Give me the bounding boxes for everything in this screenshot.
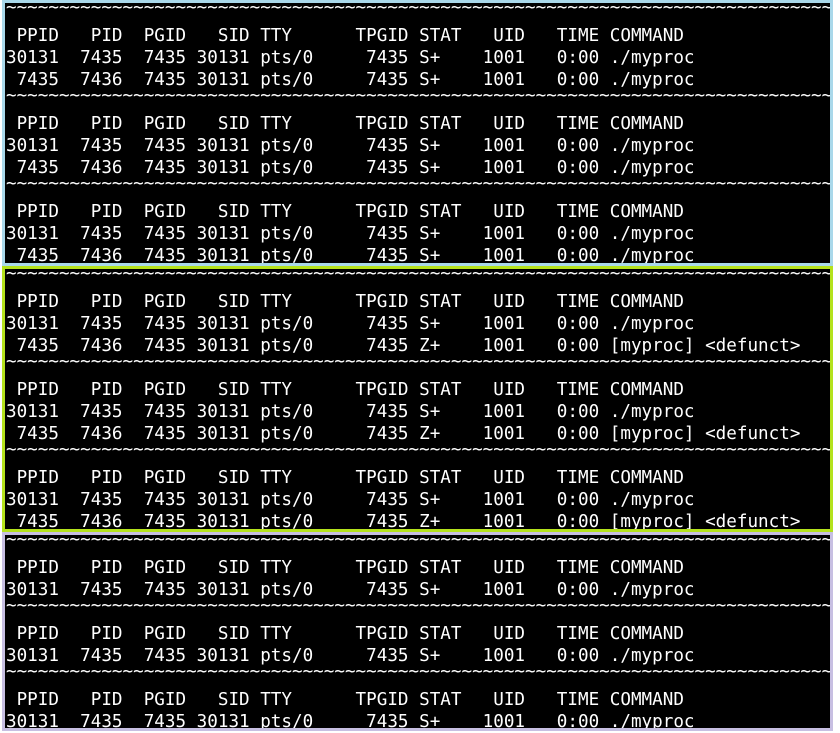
separator-line: ~~~~~~~~~~~~~~~~~~~~~~~~~~~~~~~~~~~~~~~~…	[6, 179, 830, 194]
ps-process-row: 30131 7435 7435 30131 pts/0 7435 S+ 1001…	[6, 580, 695, 600]
ps-process-row: 30131 7435 7435 30131 pts/0 7435 S+ 1001…	[6, 646, 695, 666]
ps-process-row: 30131 7435 7435 30131 pts/0 7435 S+ 1001…	[6, 48, 695, 68]
panel-reaped-group: ~~~~~~~~~~~~~~~~~~~~~~~~~~~~~~~~~~~~~~~~…	[2, 532, 833, 731]
ps-process-row: 30131 7435 7435 30131 pts/0 7435 S+ 1001…	[6, 402, 695, 422]
separator-line: ~~~~~~~~~~~~~~~~~~~~~~~~~~~~~~~~~~~~~~~~…	[6, 667, 830, 682]
ps-process-row: 7435 7436 7435 30131 pts/0 7435 S+ 1001 …	[6, 70, 695, 90]
ps-header-row: PPID PID PGID SID TTY TPGID STAT UID TIM…	[6, 468, 684, 488]
ps-process-row: 7435 7436 7435 30131 pts/0 7435 S+ 1001 …	[6, 246, 695, 266]
ps-zombie-row: 7435 7436 7435 30131 pts/0 7435 Z+ 1001 …	[6, 424, 801, 444]
ps-process-row: 7435 7436 7435 30131 pts/0 7435 S+ 1001 …	[6, 158, 695, 178]
ps-process-row: 30131 7435 7435 30131 pts/0 7435 S+ 1001…	[6, 224, 695, 244]
ps-zombie-row: 7435 7436 7435 30131 pts/0 7435 Z+ 1001 …	[6, 512, 801, 532]
ps-process-row: 30131 7435 7435 30131 pts/0 7435 S+ 1001…	[6, 712, 695, 731]
separator-line: ~~~~~~~~~~~~~~~~~~~~~~~~~~~~~~~~~~~~~~~~…	[6, 269, 830, 284]
ps-process-row: 30131 7435 7435 30131 pts/0 7435 S+ 1001…	[6, 490, 695, 510]
ps-process-row: 30131 7435 7435 30131 pts/0 7435 S+ 1001…	[6, 314, 695, 334]
separator-line: ~~~~~~~~~~~~~~~~~~~~~~~~~~~~~~~~~~~~~~~~…	[6, 445, 830, 460]
ps-process-row: 30131 7435 7435 30131 pts/0 7435 S+ 1001…	[6, 136, 695, 156]
ps-header-row: PPID PID PGID SID TTY TPGID STAT UID TIM…	[6, 558, 684, 578]
ps-header-row: PPID PID PGID SID TTY TPGID STAT UID TIM…	[6, 114, 684, 134]
ps-header-row: PPID PID PGID SID TTY TPGID STAT UID TIM…	[6, 292, 684, 312]
ps-zombie-row: 7435 7436 7435 30131 pts/0 7435 Z+ 1001 …	[6, 336, 801, 356]
ps-header-row: PPID PID PGID SID TTY TPGID STAT UID TIM…	[6, 202, 684, 222]
ps-header-row: PPID PID PGID SID TTY TPGID STAT UID TIM…	[6, 26, 684, 46]
ps-header-row: PPID PID PGID SID TTY TPGID STAT UID TIM…	[6, 690, 684, 710]
panel-running-group: ~~~~~~~~~~~~~~~~~~~~~~~~~~~~~~~~~~~~~~~~…	[2, 0, 833, 266]
panel-zombie-group: ~~~~~~~~~~~~~~~~~~~~~~~~~~~~~~~~~~~~~~~~…	[2, 266, 833, 532]
separator-line: ~~~~~~~~~~~~~~~~~~~~~~~~~~~~~~~~~~~~~~~~…	[6, 535, 830, 550]
separator-line: ~~~~~~~~~~~~~~~~~~~~~~~~~~~~~~~~~~~~~~~~…	[6, 357, 830, 372]
ps-header-row: PPID PID PGID SID TTY TPGID STAT UID TIM…	[6, 624, 684, 644]
separator-line: ~~~~~~~~~~~~~~~~~~~~~~~~~~~~~~~~~~~~~~~~…	[6, 601, 830, 616]
separator-line: ~~~~~~~~~~~~~~~~~~~~~~~~~~~~~~~~~~~~~~~~…	[6, 3, 830, 18]
ps-header-row: PPID PID PGID SID TTY TPGID STAT UID TIM…	[6, 380, 684, 400]
separator-line: ~~~~~~~~~~~~~~~~~~~~~~~~~~~~~~~~~~~~~~~~…	[6, 91, 830, 106]
